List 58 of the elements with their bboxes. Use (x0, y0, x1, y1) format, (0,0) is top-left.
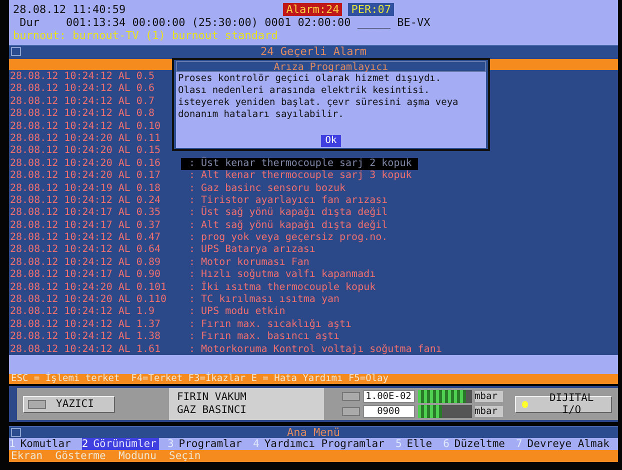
alarm-time-code: 28.08.12 10:24:20 AL 0.17 (9, 170, 162, 183)
alarm-message: : Üst sağ yönü kapağı dışta değil (188, 207, 389, 220)
run-status-text: Dur 001:13:34 00:00:00 (25:30:00) 0001 02:00:00 _____ BE-VX (18, 16, 432, 29)
alarm-time-code: 28.08.12 10:24:12 AL 1.9 (9, 306, 156, 319)
alarm-message: : prog yok veya geçersiz prog.no. (188, 232, 389, 244)
alarm-message: : Alt sağ yönü kapağı dışta değil (188, 220, 389, 232)
alarm-time-code: 28.08.12 10:24:20 AL 0.16 (9, 158, 162, 170)
key-hints-bar: ESC = İşlemi terket F4=Terket F3=İkazlar E = Hata Yardımı F5=Olay (9, 374, 618, 384)
alarm-time-code: 28.08.12 10:24:12 AL 0.89 (9, 256, 162, 270)
alarm-time-code: 28.08.12 10:24:12 AL 0.8 (9, 108, 156, 121)
alarm-time-code: 28.08.12 10:24:20 AL 0.11 (9, 132, 162, 146)
alarm-message: : Fırın max. basıncı aştı (188, 331, 341, 344)
unit-label: mbar (474, 406, 503, 417)
alarm-message: : UPS modu etkin (188, 306, 286, 319)
value-field: 0900 (362, 405, 415, 418)
alarm-time-code: 28.08.12 10:24:20 AL 0.101 (9, 282, 168, 294)
alarm-message: : Motorkoruma Kontrol voltajı soğutma fanı (188, 344, 443, 356)
alarm-time-code: 28.08.12 10:24:17 AL 0.90 (9, 269, 162, 282)
alarm-time-code: 28.08.12 10:24:20 AL 0.110 (9, 294, 168, 306)
alarm-time-code: 28.08.12 10:24:19 AL 0.18 (9, 182, 162, 195)
alarm-time-code: 28.08.12 10:24:17 AL 0.37 (9, 220, 162, 232)
alarm-time-code: 28.08.12 10:24:12 AL 1.38 (9, 331, 162, 344)
dialog-title: Arıza Programlayıcı (176, 61, 486, 72)
datetime-text: 28.08.12 11:40:59 (13, 3, 126, 16)
program-name-text: burnout: burnout-TV (1) burnout standard (13, 29, 279, 42)
alarm-time-code: 28.08.12 10:24:12 AL 0.47 (9, 232, 162, 244)
value-field: 1.00E-02 (362, 390, 415, 403)
alarm-message: : Motor koruması Fan (188, 256, 310, 269)
alarm-time-code: 28.08.12 10:24:20 AL 0.15 (9, 145, 162, 158)
dialog-text-line: isteyerek yeniden başlat. çevr süresini aşma veya (178, 97, 458, 109)
alarm-message: : Tiristor ayarlayıcı fan arızası (188, 194, 389, 206)
dialog-text-line: Olası nedenleri arasında elektrik kesintisi. (178, 85, 430, 97)
menu-title: Ana Menü (286, 427, 341, 438)
gauge-labels: FIRIN VAKUM GAZ BASINCI (168, 388, 324, 420)
alarm-message: : Fırın max. sıcaklığı aştı (188, 318, 353, 331)
alarm-message: : UPS Batarya arızası (188, 244, 316, 257)
alarm-time-code: 28.08.12 10:24:17 AL 0.35 (9, 207, 162, 220)
alarm-message: : Gaz basinc sensoru bozuk (188, 182, 347, 195)
alarm-time-code: 28.08.12 10:24:12 AL 1.37 (9, 318, 162, 332)
alarm-message: : Hızlı soğutma valfı kapanmadı (188, 269, 377, 280)
alarm-time-code: 28.08.12 10:24:12 AL 0.7 (9, 96, 156, 108)
dialog-text-line: Proses kontrolör geçici olarak hizmet dışıydı. (178, 73, 442, 85)
alarm-time-code: 28.08.12 10:24:12 AL 0.6 (9, 83, 156, 96)
dialog-text-line: donanım hataları sayılabilir. (178, 109, 344, 121)
alarm-message: : Üst kenar thermocouple sarj 2 kopuk (181, 158, 418, 170)
per-badge: PER:07 (348, 3, 394, 16)
alarm-time-code: 28.08.12 10:24:12 AL 0.24 (9, 194, 162, 208)
alarm-time-code: 28.08.12 10:24:12 AL 0.5 (9, 71, 156, 84)
alarm-count-badge: Alarm:24 (283, 3, 342, 16)
alarm-time-code: 28.08.12 10:24:12 AL 0.64 (9, 244, 162, 257)
alarm-message: : Alt kenar thermocouple sarj 3 kopuk (188, 170, 413, 183)
alarm-time-code: 28.08.12 10:24:12 AL 0.10 (9, 120, 162, 133)
alarm-message: : İki ısıtma thermocouple kopuk (188, 282, 377, 294)
unit-label: mbar (474, 391, 503, 402)
alarm-message: : TC kırılması ısıtma yan (188, 294, 341, 306)
alarm-time-code: 28.08.12 10:24:12 AL 1.61 (9, 344, 162, 356)
prompt-bar: Ekran Gösterme Modunu Seçin (9, 450, 618, 462)
panel-title: 24 Geçerli Alarm (260, 46, 368, 57)
